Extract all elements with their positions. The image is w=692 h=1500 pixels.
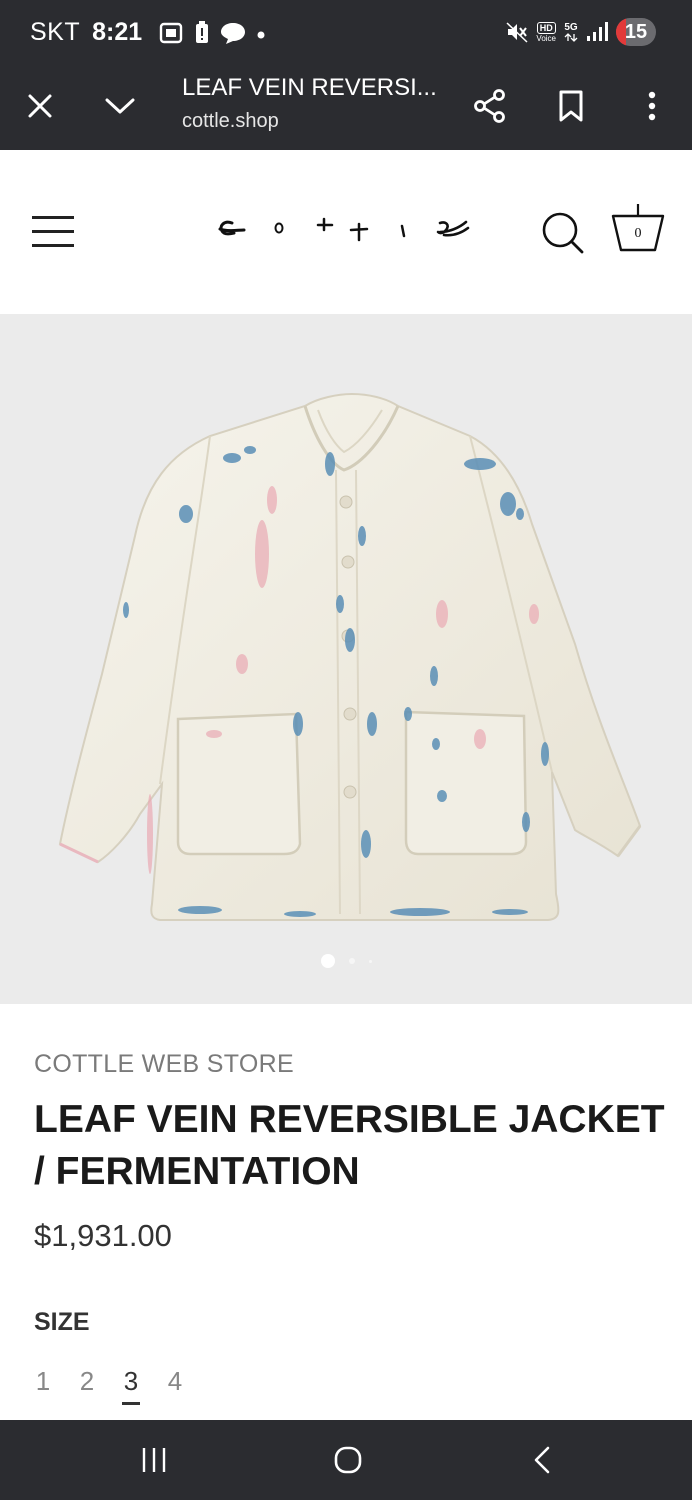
cart-count: 0 — [634, 226, 642, 241]
signal-icon — [587, 22, 608, 41]
battery-level: 15 — [624, 20, 648, 43]
screen: SKT 8:21 HD Voice 5G 15 LEAF VEIN REVERS… — [0, 0, 692, 1500]
carousel-dot-active[interactable] — [320, 954, 335, 968]
cottle-logo[interactable] — [214, 216, 476, 251]
close-icon — [28, 94, 52, 118]
page-url[interactable]: cottle.shop — [182, 110, 279, 133]
page-title: LEAF VEIN REVERSI... — [182, 74, 437, 101]
home-icon — [334, 1446, 362, 1474]
share-icon — [474, 89, 505, 123]
cart-button[interactable]: 0 — [610, 200, 666, 256]
product-image-carousel[interactable] — [0, 314, 692, 1004]
product-title: LEAF VEIN REVERSIBLE JACKET / FERMENTATI… — [34, 1098, 665, 1193]
size-option-4[interactable]: 4 — [166, 1366, 184, 1397]
battery-indicator: 15 — [616, 18, 656, 46]
hd-label: HD — [536, 21, 556, 34]
product-price: $1,931.00 — [34, 1218, 172, 1253]
share-button[interactable] — [468, 84, 512, 128]
back-button[interactable] — [512, 1440, 572, 1480]
more-vertical-icon — [648, 91, 656, 121]
logo-mark — [218, 217, 470, 242]
carrier-label: SKT — [30, 18, 81, 46]
clock: 8:21 — [92, 18, 143, 46]
menu-icon-line — [32, 230, 74, 233]
size-label: SIZE — [34, 1308, 90, 1336]
status-right: HD Voice 5G 15 — [506, 18, 656, 46]
store-name[interactable]: COTTLE WEB STORE — [34, 1050, 294, 1079]
size-option-1[interactable]: 1 — [34, 1366, 52, 1397]
bookmark-icon — [559, 90, 583, 122]
jacket-photo — [58, 392, 642, 921]
mute-icon — [506, 22, 528, 43]
battery-alert-icon — [196, 20, 209, 43]
system-nav-bar — [0, 1420, 692, 1500]
home-button[interactable] — [318, 1440, 378, 1480]
back-icon — [534, 1446, 550, 1474]
site-header: 0 — [0, 150, 692, 314]
carousel-dot[interactable] — [368, 959, 372, 963]
network-indicator: 5G — [564, 22, 578, 42]
close-tab-button[interactable] — [18, 84, 62, 128]
carousel-indicators — [0, 954, 692, 968]
search-icon — [542, 212, 584, 254]
minimize-button[interactable] — [98, 84, 142, 128]
status-left: SKT 8:21 — [30, 18, 266, 47]
status-bar: SKT 8:21 HD Voice 5G 15 — [0, 0, 692, 66]
menu-icon-line — [32, 244, 74, 247]
chat-bubble-icon — [221, 22, 246, 44]
more-options-button[interactable] — [630, 84, 674, 128]
carousel-dot[interactable] — [348, 958, 355, 964]
voice-label: Voice — [536, 33, 556, 43]
recent-apps-button[interactable] — [124, 1440, 184, 1480]
network-label: 5G — [564, 22, 578, 33]
data-arrows-icon — [564, 33, 578, 42]
notification-icons — [158, 20, 266, 45]
menu-button[interactable] — [32, 216, 74, 248]
bookmark-button[interactable] — [549, 84, 593, 128]
size-option-3[interactable]: 3 — [122, 1366, 140, 1405]
recent-apps-icon — [142, 1448, 166, 1472]
dot-icon — [257, 31, 265, 38]
browser-toolbar: LEAF VEIN REVERSI... cottle.shop — [0, 66, 692, 150]
search-button[interactable] — [540, 210, 584, 254]
size-option-2[interactable]: 2 — [78, 1366, 96, 1397]
chevron-down-icon — [105, 98, 135, 114]
size-selector: 1 2 3 4 — [34, 1366, 184, 1405]
screenshot-icon — [159, 22, 183, 43]
menu-icon-line — [32, 216, 74, 219]
hd-voice-badge: HD Voice — [536, 21, 556, 43]
